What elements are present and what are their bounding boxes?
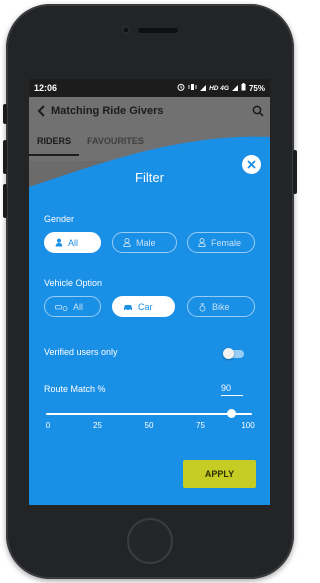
wifi-icon (200, 84, 207, 93)
slider-tick-label: 50 (144, 421, 154, 430)
slider-tick-label: 75 (196, 421, 205, 430)
route-match-slider-thumb[interactable] (226, 409, 236, 418)
search-icon[interactable] (252, 105, 264, 117)
vehicle-option-bike[interactable]: Bike (187, 296, 255, 317)
car-bike-icon (55, 304, 68, 311)
signal-icon (231, 84, 238, 93)
volume-up-button (3, 140, 7, 174)
route-match-slider[interactable] (46, 413, 252, 415)
home-button[interactable] (127, 518, 173, 564)
slider-tick-label: 25 (93, 421, 102, 430)
gender-option-label: All (68, 237, 79, 248)
route-match-input[interactable]: 90 (221, 383, 243, 396)
gender-option-label: Female (211, 237, 242, 248)
battery-icon (241, 83, 246, 93)
person-icon (55, 238, 63, 247)
status-time: 12:06 (34, 83, 58, 93)
app-bar: Matching Ride Givers (29, 97, 270, 125)
route-match-label: Route Match % (44, 384, 106, 394)
vehicle-option-label: Vehicle Option (44, 278, 103, 288)
vibrate-icon (188, 83, 197, 93)
status-bar: 12:06 HD 4G 75% (29, 79, 270, 97)
person-icon (123, 238, 131, 247)
volume-down-button (3, 184, 7, 218)
gender-option-label: Male (136, 237, 156, 248)
close-icon (247, 160, 256, 169)
network-label: HD 4G (209, 84, 229, 92)
verified-toggle[interactable] (223, 348, 234, 359)
page-title: Matching Ride Givers (51, 105, 164, 117)
power-button (293, 150, 297, 194)
camera-icon (122, 26, 130, 34)
gender-option-male[interactable]: Male (112, 232, 177, 253)
vehicle-option-car[interactable]: Car (112, 296, 175, 317)
filter-title: Filter (135, 170, 164, 185)
mute-switch (3, 104, 7, 124)
apply-button[interactable]: APPLY (183, 460, 256, 488)
verified-users-label: Verified users only (44, 347, 118, 357)
vehicle-option-text: All (73, 301, 84, 312)
car-icon (124, 304, 132, 311)
back-arrow-icon[interactable] (35, 104, 49, 118)
vehicle-option-text: Bike (212, 301, 230, 312)
slider-tick-label: 100 (241, 421, 255, 430)
gender-option-female[interactable]: Female (187, 232, 255, 253)
bike-icon (199, 302, 206, 311)
gender-option-all[interactable]: All (44, 232, 101, 253)
battery-percent: 75% (248, 83, 265, 93)
vehicle-option-text: Car (138, 301, 153, 312)
alarm-icon (177, 83, 185, 93)
gender-label: Gender (44, 214, 75, 224)
vehicle-option-all[interactable]: All (44, 296, 101, 317)
slider-tick-label: 0 (45, 421, 51, 430)
speaker-grille (138, 28, 178, 33)
device-screen: 12:06 HD 4G 75% Matching Ride Givers RID… (29, 79, 270, 505)
person-icon (198, 238, 206, 247)
status-icons: HD 4G 75% (177, 83, 265, 93)
